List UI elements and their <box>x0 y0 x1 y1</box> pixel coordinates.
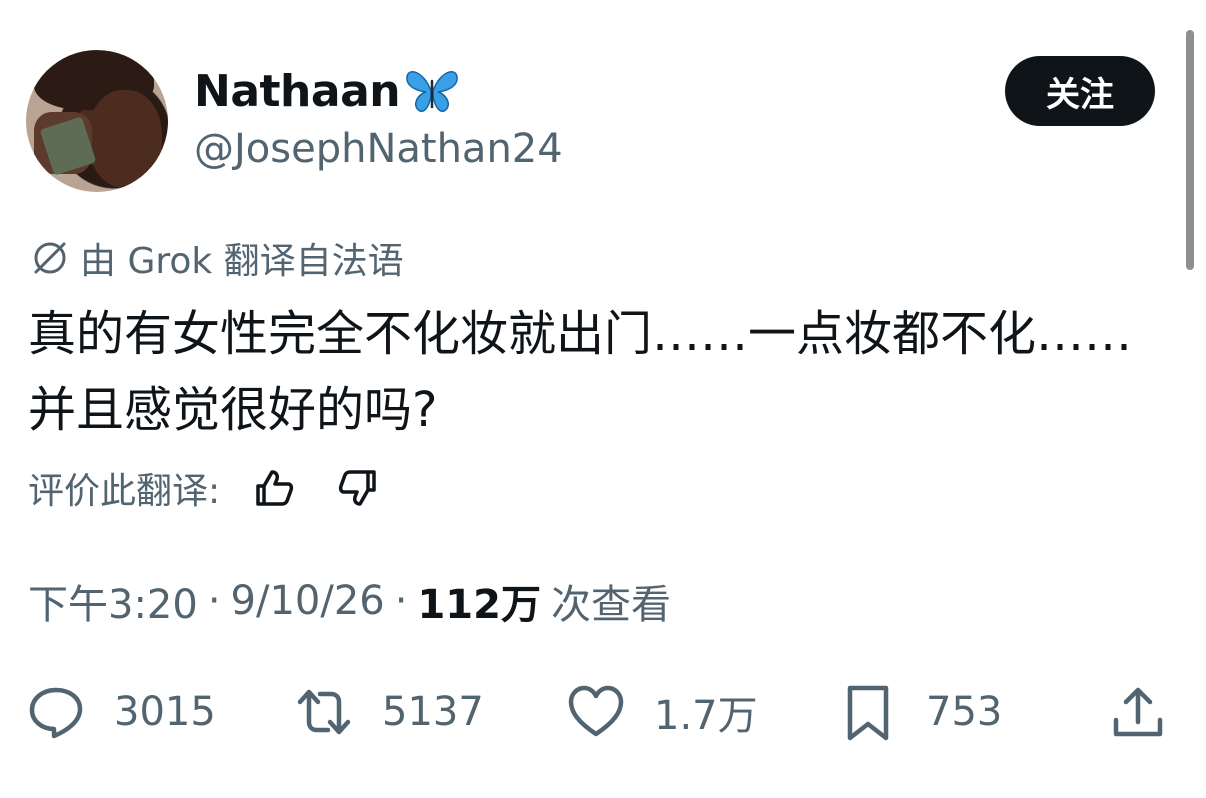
translation-label: 由 Grok 翻译自法语 <box>80 241 404 282</box>
thumbs-down-icon[interactable] <box>334 464 382 512</box>
share-button[interactable] <box>1108 680 1168 744</box>
rate-label: 评价此翻译: <box>28 471 221 512</box>
thumbs-up-icon[interactable] <box>250 464 298 512</box>
avatar-face <box>88 90 162 188</box>
display-name[interactable]: Nathaan <box>194 66 401 117</box>
user-name-row[interactable]: Nathaan <box>194 62 460 120</box>
meta-separator: · <box>394 578 408 624</box>
translation-notice: 由 Grok 翻译自法语 <box>28 232 404 284</box>
follow-button[interactable]: 关注 <box>1005 56 1155 126</box>
scrollbar[interactable] <box>1186 30 1194 270</box>
bookmark-count: 753 <box>926 689 1003 735</box>
user-handle[interactable]: @JosephNathan24 <box>194 126 563 172</box>
retweet-count: 5137 <box>382 689 484 735</box>
like-button[interactable]: 1.7万 <box>566 680 758 744</box>
translate-icon <box>34 242 66 274</box>
tweet-date[interactable]: 9/10/26 <box>231 578 385 624</box>
tweet-text: 真的有女性完全不化妆就出门……一点妆都不化……并且感觉很好的吗? <box>28 306 1133 438</box>
heart-icon <box>568 685 624 737</box>
rate-translation: 评价此翻译: <box>28 462 382 514</box>
views-label: 次查看 <box>550 582 671 628</box>
reply-button[interactable]: 3015 <box>26 680 216 744</box>
tweet-meta: 下午3:20 · 9/10/26 · 112万 次查看 <box>28 572 671 630</box>
reply-icon <box>29 687 83 739</box>
retweet-icon <box>297 689 351 735</box>
bookmark-icon <box>847 685 889 741</box>
action-bar: 3015 5137 1.7万 753 <box>26 680 1176 744</box>
avatar[interactable] <box>26 50 168 192</box>
tweet-time[interactable]: 下午3:20 <box>28 572 198 630</box>
meta-separator: · <box>207 578 221 624</box>
like-count: 1.7万 <box>654 693 758 739</box>
butterfly-icon <box>406 71 458 112</box>
retweet-button[interactable]: 5137 <box>294 680 484 744</box>
views-count[interactable]: 112万 <box>417 572 541 630</box>
bookmark-button[interactable]: 753 <box>838 680 1002 744</box>
share-icon <box>1113 687 1163 737</box>
reply-count: 3015 <box>114 689 216 735</box>
